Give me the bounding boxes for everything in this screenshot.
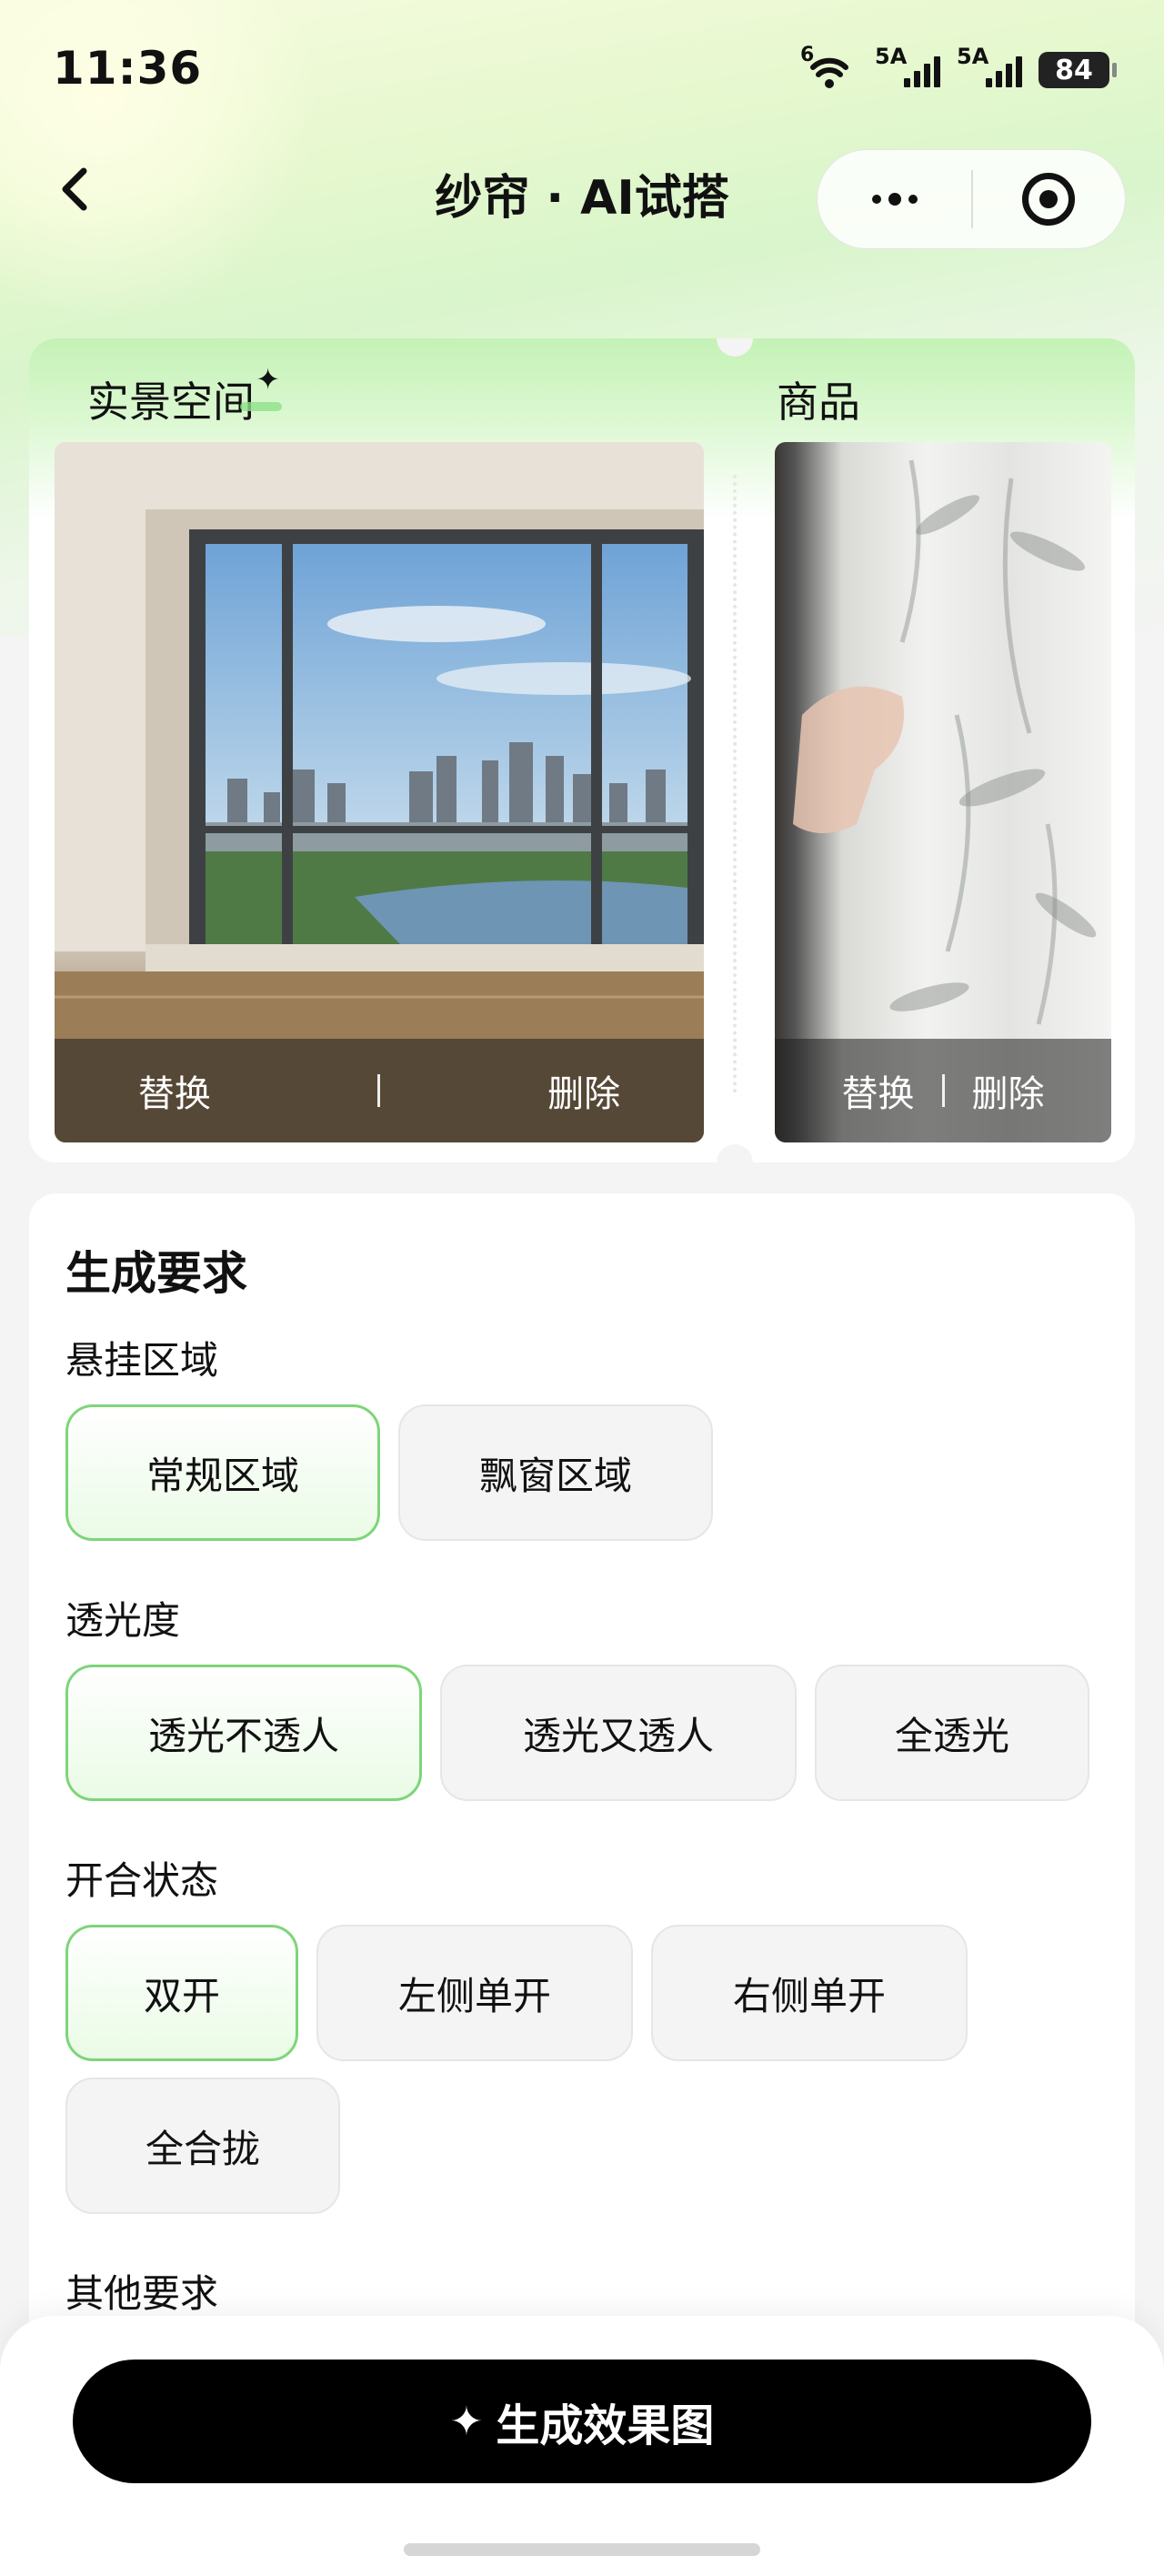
signal2-label: 5A: [957, 44, 989, 69]
option-transparency-1[interactable]: 透光不透人: [65, 1665, 422, 1801]
option-transparency-2[interactable]: 透光又透人: [440, 1665, 797, 1801]
card-notch-bottom: [717, 1144, 753, 1162]
generate-button[interactable]: ✦ 生成效果图: [73, 2360, 1091, 2483]
sparkle-icon: ✦: [256, 362, 280, 397]
scene-label: 实景空间 ✦: [87, 362, 282, 429]
transparency-label: 透光度: [65, 1598, 181, 1643]
wifi-icon: 6: [800, 44, 858, 93]
other-requirements-label: 其他要求: [65, 2271, 219, 2316]
status-icons: 6 5A 5A 84: [800, 44, 1117, 93]
option-transparency-3[interactable]: 全透光: [815, 1665, 1089, 1801]
room-photo[interactable]: 替换 删除: [55, 442, 704, 1142]
generate-button-label: 生成效果图: [496, 2400, 715, 2451]
goods-photo-actions: 替换 删除: [775, 1039, 1111, 1142]
bottom-action-bar: ✦ 生成效果图: [0, 2316, 1164, 2576]
mini-program-capsule: [817, 149, 1126, 249]
signal1-label: 5A: [875, 44, 908, 69]
action-separator: [377, 1074, 381, 1107]
option-open-double[interactable]: 双开: [65, 1925, 298, 2061]
goods-delete-button[interactable]: 删除: [972, 1064, 1045, 1117]
battery-icon: 84: [1039, 52, 1117, 88]
sparkle-icon: ✦: [449, 2398, 484, 2445]
goods-photo[interactable]: 替换 删除: [775, 442, 1111, 1142]
status-time: 11:36: [53, 42, 203, 95]
signal-icon-2: 5A: [957, 44, 1022, 93]
open-state-label: 开合状态: [65, 1858, 219, 1903]
hang-area-label: 悬挂区域: [65, 1338, 219, 1383]
dashed-divider: [733, 475, 737, 1093]
wifi-label: 6: [800, 44, 815, 66]
room-delete-button[interactable]: 删除: [547, 1064, 620, 1117]
option-hang-bay-window[interactable]: 飘窗区域: [398, 1404, 713, 1541]
option-open-right[interactable]: 右侧单开: [651, 1925, 968, 2061]
label-highlight: [240, 402, 282, 411]
scene-card: 实景空间 ✦ 商品 替换 删除 替换 删除: [29, 338, 1135, 1162]
option-open-left[interactable]: 左侧单开: [316, 1925, 633, 2061]
room-photo-actions: 替换 删除: [55, 1039, 704, 1142]
goods-replace-button[interactable]: 替换: [842, 1064, 915, 1117]
target-circle-icon[interactable]: [973, 149, 1125, 249]
scene-label-text: 实景空间: [87, 377, 255, 427]
goods-label: 商品: [777, 377, 860, 427]
home-indicator: [404, 2543, 760, 2556]
action-separator: [941, 1074, 945, 1107]
battery-level: 84: [1055, 54, 1093, 86]
option-open-closed[interactable]: 全合拢: [65, 2078, 340, 2214]
option-hang-regular[interactable]: 常规区域: [65, 1404, 380, 1541]
more-dots-icon[interactable]: [818, 149, 971, 249]
signal-icon-1: 5A: [875, 44, 940, 93]
room-replace-button[interactable]: 替换: [138, 1064, 211, 1117]
requirements-title: 生成要求: [65, 1247, 247, 1300]
